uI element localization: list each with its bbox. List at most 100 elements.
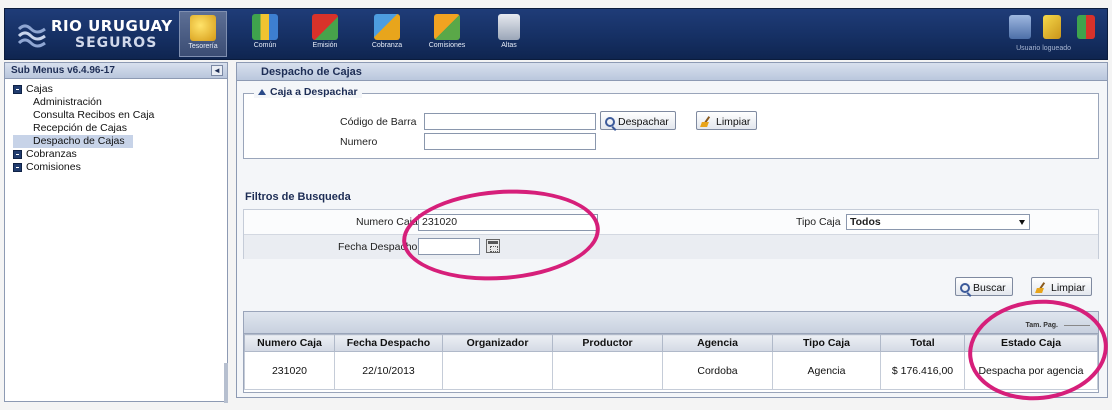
submenu-tree: Cajas Administración Consulta Recibos en…: [5, 79, 227, 174]
tipo-caja-label: Tipo Caja: [796, 216, 841, 228]
numero-caja-input[interactable]: 231020: [418, 214, 598, 231]
commission-icon: [434, 14, 460, 40]
user-label: Usuario logueado: [1016, 45, 1071, 52]
cell-numero-caja: 231020: [244, 351, 335, 390]
exit-icon[interactable]: [1077, 15, 1095, 39]
col-header-tipo-caja[interactable]: Tipo Caja: [772, 334, 881, 352]
tipo-caja-select[interactable]: Todos: [846, 214, 1030, 230]
module-label: Altas: [501, 42, 517, 49]
submenu-header: Sub Menus v6.4.96-17 ◄: [5, 63, 227, 79]
module-label: Emisión: [312, 42, 338, 49]
cell-productor: [552, 351, 663, 390]
tree-group-cobranzas[interactable]: Cobranzas: [13, 148, 227, 161]
cell-agencia: Cordoba: [662, 351, 773, 390]
numero-input[interactable]: [424, 133, 596, 150]
results-table: Numero Caja Fecha Despacho Organizador P…: [244, 334, 1098, 390]
emission-icon: [312, 14, 338, 40]
collapse-panel-button[interactable]: ◄: [211, 65, 223, 76]
col-header-productor[interactable]: Productor: [552, 334, 663, 352]
filters-title: Filtros de Busqueda: [245, 191, 351, 203]
module-tesoreria[interactable]: Tesorería: [179, 11, 227, 57]
tree-group-label: Comisiones: [26, 161, 81, 173]
collapse-node-icon[interactable]: [13, 85, 22, 94]
treasury-icon: [190, 15, 216, 41]
col-header-organizador[interactable]: Organizador: [442, 334, 553, 352]
despachar-button[interactable]: Despachar: [600, 111, 676, 130]
company-logo: RIO URUGUAY SEGUROS: [17, 15, 177, 55]
grid-toolbar: Tam. Pag.: [244, 312, 1098, 334]
collection-icon: [374, 14, 400, 40]
col-header-numero-caja[interactable]: Numero Caja: [244, 334, 335, 352]
logo-text-line2: SEGUROS: [75, 35, 158, 51]
cell-fecha-despacho: 22/10/2013: [334, 351, 443, 390]
page-size-label: Tam. Pag.: [1025, 322, 1058, 329]
button-label: Limpiar: [1051, 281, 1086, 294]
cards-icon: [498, 14, 520, 40]
tree-group-label: Cajas: [26, 83, 53, 95]
fecha-despacho-input[interactable]: [418, 238, 480, 255]
limpiar-caja-button[interactable]: Limpiar: [696, 111, 758, 130]
app-header: RIO URUGUAY SEGUROS Tesorería Común Emis…: [4, 8, 1108, 60]
col-header-agencia[interactable]: Agencia: [662, 334, 773, 352]
tree-item-consulta-recibos[interactable]: Consulta Recibos en Caja: [13, 109, 227, 122]
module-label: Común: [253, 42, 277, 49]
button-label: Despachar: [618, 115, 669, 128]
module-label: Cobranza: [371, 42, 403, 49]
tree-group-comisiones[interactable]: Comisiones: [13, 161, 227, 174]
cell-total: $ 176.416,00: [880, 351, 965, 390]
page-title: Despacho de Cajas: [237, 63, 1107, 81]
tree-item-recepcion-cajas[interactable]: Recepción de Cajas: [13, 122, 227, 135]
page-size-input[interactable]: [1064, 316, 1090, 326]
cell-estado-caja: Despacha por agencia: [964, 351, 1098, 390]
cell-organizador: [442, 351, 553, 390]
scrollbar[interactable]: [224, 363, 228, 403]
filters-row-2: Fecha Despacho: [244, 234, 1098, 259]
section-legend[interactable]: Caja a Despachar: [254, 86, 362, 98]
dropdown-arrow-icon: [1019, 220, 1025, 225]
button-label: Limpiar: [716, 115, 751, 128]
tree-group-cajas[interactable]: Cajas: [13, 83, 227, 96]
broom-icon: [1036, 283, 1048, 293]
select-value: Todos: [850, 216, 881, 228]
collapse-triangle-icon: [258, 89, 266, 95]
fecha-despacho-label: Fecha Despacho: [338, 241, 418, 253]
col-header-total[interactable]: Total: [880, 334, 965, 352]
wave-logo-icon: [17, 24, 46, 48]
col-header-fecha-despacho[interactable]: Fecha Despacho: [334, 334, 443, 352]
search-icon: [605, 116, 615, 127]
key-icon[interactable]: [1043, 15, 1061, 39]
table-row[interactable]: 231020 22/10/2013 Cordoba Agencia $ 176.…: [244, 351, 1098, 390]
calendar-icon[interactable]: [486, 239, 500, 253]
module-label: Tesorería: [188, 43, 218, 50]
module-label: Comisiones: [428, 42, 466, 49]
cell-tipo-caja: Agencia: [772, 351, 881, 390]
module-altas[interactable]: Altas: [485, 11, 533, 57]
module-comisiones[interactable]: Comisiones: [423, 11, 471, 57]
computer-icon[interactable]: [1009, 15, 1031, 39]
tree-group-label: Cobranzas: [26, 148, 77, 160]
tree-item-administracion[interactable]: Administración: [13, 96, 227, 109]
collapse-node-icon[interactable]: [13, 150, 22, 159]
search-filters: Numero Caja 231020 Tipo Caja Todos Fecha…: [243, 209, 1099, 259]
module-cobranza[interactable]: Cobranza: [363, 11, 411, 57]
collapse-node-icon[interactable]: [13, 163, 22, 172]
module-comun[interactable]: Común: [241, 11, 289, 57]
numero-caja-label: Numero Caja: [356, 216, 418, 228]
limpiar-filtros-button[interactable]: Limpiar: [1031, 277, 1093, 296]
buscar-button[interactable]: Buscar: [955, 277, 1013, 296]
logo-text-line1: RIO URUGUAY: [51, 17, 173, 35]
table-header-row: Numero Caja Fecha Despacho Organizador P…: [244, 334, 1098, 352]
submenu-panel: Sub Menus v6.4.96-17 ◄ Cajas Administrac…: [4, 62, 228, 403]
results-grid: Tam. Pag. Numero Caja Fecha Despacho Org…: [243, 311, 1099, 393]
numero-label: Numero: [340, 136, 378, 148]
tree-item-despacho-cajas[interactable]: Despacho de Cajas: [13, 135, 133, 148]
button-label: Buscar: [973, 281, 1006, 294]
submenu-title: Sub Menus v6.4.96-17: [11, 65, 115, 76]
module-emision[interactable]: Emisión: [301, 11, 349, 57]
codigo-barra-label: Código de Barra: [340, 116, 417, 128]
col-header-estado-caja[interactable]: Estado Caja: [964, 334, 1098, 352]
broom-icon: [701, 117, 713, 127]
codigo-barra-input[interactable]: [424, 113, 596, 130]
legend-label: Caja a Despachar: [270, 86, 358, 98]
main-panel: Despacho de Cajas Caja a Despachar Códig…: [236, 62, 1108, 398]
